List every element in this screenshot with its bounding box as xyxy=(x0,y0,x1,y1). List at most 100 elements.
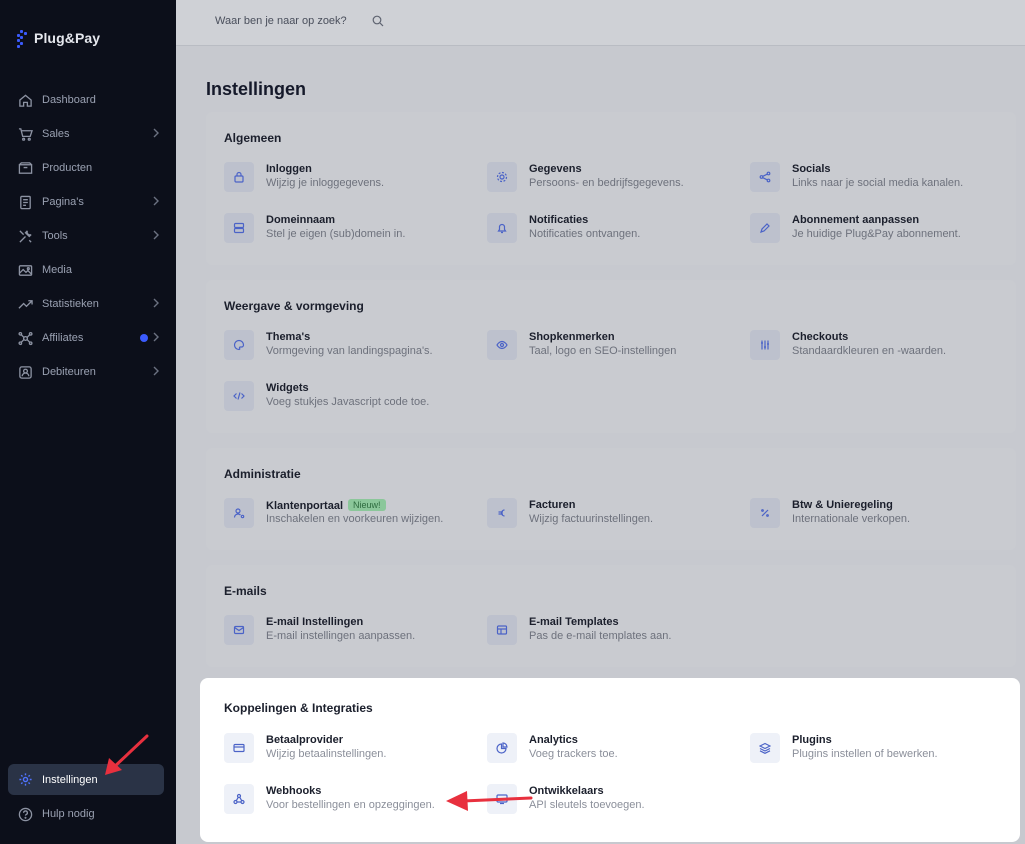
help-icon xyxy=(17,806,34,823)
setting-analytics[interactable]: Analytics Voeg trackers toe. xyxy=(487,733,737,767)
setting-abonnement[interactable]: Abonnement aanpassen Je huidige Plug&Pay… xyxy=(750,213,1000,247)
chevron-right-icon xyxy=(153,366,159,376)
setting-title: Btw & Unieregeling xyxy=(792,499,893,511)
setting-title-text: Klantenportaal xyxy=(266,500,344,512)
setting-webhooks[interactable]: Webhooks Voor bestellingen en opzegginge… xyxy=(224,784,474,818)
section-title: Koppelingen & Integraties xyxy=(224,701,373,715)
sidebar-item-label: Sales xyxy=(42,128,70,140)
setting-klantenportaal[interactable]: Klantenportaal Nieuw! Inschakelen en voor… xyxy=(224,498,474,532)
sidebar-item-label: Media xyxy=(42,264,72,276)
sliders-icon xyxy=(750,330,780,360)
sidebar-item-instellingen[interactable]: Instellingen xyxy=(8,764,164,795)
home-icon xyxy=(17,92,34,109)
logo-icon xyxy=(16,28,30,48)
setting-desc: Voeg stukjes Javascript code toe. xyxy=(266,396,430,408)
sidebar-item-label: Producten xyxy=(42,162,93,174)
sidebar-item-statistieken[interactable]: Statistieken xyxy=(8,287,168,321)
setting-socials[interactable]: Socials Links naar je social media kanal… xyxy=(750,162,1000,196)
setting-desc: Taal, logo en SEO-instellingen xyxy=(529,345,677,357)
setting-desc: Internationale verkopen. xyxy=(792,513,911,525)
brand-logo[interactable]: Plug&Pay xyxy=(16,28,100,48)
setting-desc: Pas de e-mail templates aan. xyxy=(529,630,672,642)
template-icon xyxy=(487,615,517,645)
eye-icon xyxy=(487,330,517,360)
network-icon xyxy=(17,330,34,347)
server-icon xyxy=(224,213,254,243)
section-weergave: Weergave & vormgeving Thema's Vormgeving… xyxy=(206,280,1016,433)
setting-inloggen[interactable]: Inloggen Wijzig je inloggegevens. xyxy=(224,162,474,196)
setting-desc: Wijzig betaalinstellingen. xyxy=(266,748,387,760)
setting-shopkenmerken[interactable]: Shopkenmerken Taal, logo en SEO-instelli… xyxy=(487,330,737,364)
setting-desc: E-mail instellingen aanpassen. xyxy=(266,630,416,642)
setting-email-instellingen[interactable]: E-mail Instellingen E-mail instellingen … xyxy=(224,615,474,649)
setting-desc: Je huidige Plug&Pay abonnement. xyxy=(792,228,961,240)
setting-facturen[interactable]: Facturen Wijzig factuurinstellingen. xyxy=(487,498,737,532)
sidebar-item-media[interactable]: Media xyxy=(8,253,168,287)
notification-dot xyxy=(140,334,148,342)
setting-desc: Wijzig je inloggegevens. xyxy=(266,177,385,189)
setting-checkouts[interactable]: Checkouts Standaardkleuren en -waarden. xyxy=(750,330,1000,364)
section-algemeen: Algemeen Inloggen Wijzig je inloggegeven… xyxy=(206,112,1016,265)
setting-title: Thema's xyxy=(266,331,311,343)
setting-btw[interactable]: Btw & Unieregeling Internationale verkop… xyxy=(750,498,1000,532)
sidebar-item-dashboard[interactable]: Dashboard xyxy=(8,83,168,117)
cart-icon xyxy=(17,126,34,143)
setting-desc: API sleutels toevoegen. xyxy=(529,799,645,811)
setting-desc: Wijzig factuurinstellingen. xyxy=(529,513,654,525)
section-administratie: Administratie Klantenportaal Nieuw! Insch… xyxy=(206,448,1016,550)
setting-title: Socials xyxy=(792,163,831,175)
sidebar-item-debiteuren[interactable]: Debiteuren xyxy=(8,355,168,389)
setting-desc: Vormgeving van landingspagina's. xyxy=(266,345,433,357)
setting-widgets[interactable]: Widgets Voeg stukjes Javascript code toe… xyxy=(224,381,474,415)
pie-icon xyxy=(487,733,517,763)
sidebar-item-affiliates[interactable]: Affiliates xyxy=(8,321,168,355)
setting-notificaties[interactable]: Notificaties Notificaties ontvangen. xyxy=(487,213,737,247)
search-icon[interactable] xyxy=(372,15,384,27)
euro-icon xyxy=(487,498,517,528)
setting-title: Gegevens xyxy=(529,163,582,175)
setting-betaalprovider[interactable]: Betaalprovider Wijzig betaalinstellingen… xyxy=(224,733,474,767)
chevron-right-icon xyxy=(153,298,159,308)
sidebar-item-label: Hulp nodig xyxy=(42,808,95,820)
sidebar: Plug&Pay Dashboard Sales Producten Pagin… xyxy=(0,0,176,844)
setting-gegevens[interactable]: Gegevens Persoons- en bedrijfsgegevens. xyxy=(487,162,737,196)
chevron-right-icon xyxy=(153,332,159,342)
section-title: Algemeen xyxy=(224,131,282,145)
setting-email-templates[interactable]: E-mail Templates Pas de e-mail templates… xyxy=(487,615,737,649)
setting-title: Widgets xyxy=(266,382,309,394)
sidebar-item-tools[interactable]: Tools xyxy=(8,219,168,253)
box-icon xyxy=(17,160,34,177)
card-icon xyxy=(224,733,254,763)
layers-icon xyxy=(750,733,780,763)
chevron-right-icon xyxy=(153,230,159,240)
setting-title: Plugins xyxy=(792,734,832,746)
setting-plugins[interactable]: Plugins Plugins instellen of bewerken. xyxy=(750,733,1000,767)
setting-title: E-mail Instellingen xyxy=(266,616,364,628)
setting-title: Klantenportaal Nieuw! xyxy=(266,499,386,512)
setting-ontwikkelaars[interactable]: Ontwikkelaars API sleutels toevoegen. xyxy=(487,784,737,818)
sidebar-item-sales[interactable]: Sales xyxy=(8,117,168,151)
setting-title: Abonnement aanpassen xyxy=(792,214,920,226)
section-title: Weergave & vormgeving xyxy=(224,299,364,313)
page-icon xyxy=(17,194,34,211)
palette-icon xyxy=(224,330,254,360)
new-badge: Nieuw! xyxy=(348,499,386,511)
trend-icon xyxy=(17,296,34,313)
setting-domeinnaam[interactable]: Domeinnaam Stel je eigen (sub)domein in. xyxy=(224,213,474,247)
sidebar-item-hulp[interactable]: Hulp nodig xyxy=(8,797,164,831)
search-input[interactable]: Waar ben je naar op zoek? xyxy=(215,15,347,27)
sidebar-item-producten[interactable]: Producten xyxy=(8,151,168,185)
setting-desc: Voeg trackers toe. xyxy=(529,748,618,760)
mail-icon xyxy=(224,615,254,645)
section-emails: E-mails E-mail Instellingen E-mail inste… xyxy=(206,565,1016,667)
setting-themas[interactable]: Thema's Vormgeving van landingspagina's. xyxy=(224,330,474,364)
setting-title: Shopkenmerken xyxy=(529,331,615,343)
sidebar-item-paginas[interactable]: Pagina's xyxy=(8,185,168,219)
media-icon xyxy=(17,262,34,279)
brand-name: Plug&Pay xyxy=(34,30,101,46)
tools-icon xyxy=(17,228,34,245)
sidebar-item-label: Debiteuren xyxy=(42,366,96,378)
setting-desc: Standaardkleuren en -waarden. xyxy=(792,345,947,357)
sidebar-item-label: Dashboard xyxy=(42,94,96,106)
sidebar-item-label: Statistieken xyxy=(42,298,99,310)
